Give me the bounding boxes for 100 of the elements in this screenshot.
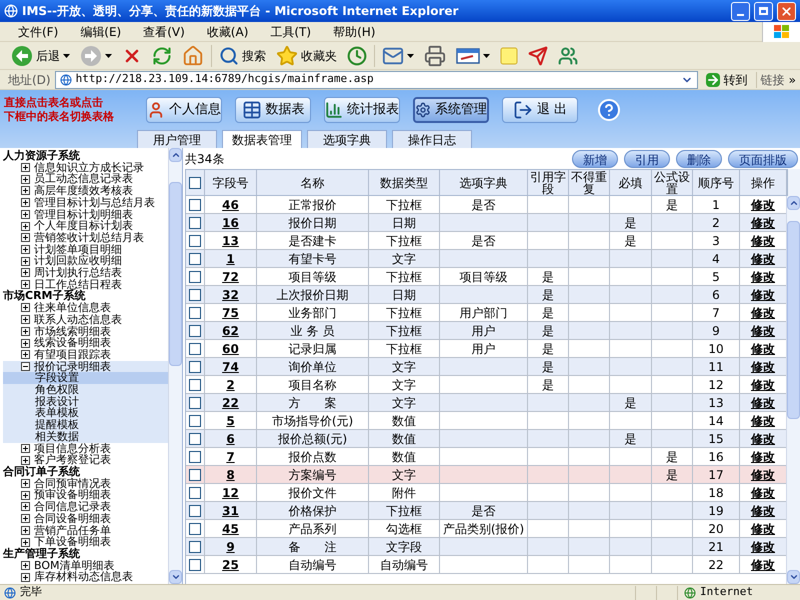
tree-item[interactable]: 合同信息记录表 <box>34 501 111 513</box>
expand-icon[interactable] <box>21 210 30 219</box>
table-row[interactable]: 8 方案编号 文字 是 17 修改 <box>186 466 786 484</box>
caret-icon[interactable] <box>63 54 70 58</box>
menu-item[interactable]: 查看(V) <box>137 22 191 40</box>
tree-item[interactable]: 营销产品任务单 <box>34 524 111 536</box>
checkbox[interactable] <box>189 289 201 301</box>
tree-item[interactable]: 联系人动态信息表 <box>34 314 122 326</box>
table-row[interactable]: 60 记录归属 下拉框 用户 是 10 修改 <box>186 340 786 358</box>
edit-link[interactable]: 修改 <box>751 304 775 322</box>
expand-icon[interactable] <box>21 174 30 184</box>
edit-link[interactable]: 修改 <box>751 250 775 268</box>
menu-item[interactable]: 工具(T) <box>264 22 318 40</box>
edit-link[interactable]: 修改 <box>751 286 775 304</box>
tree-item[interactable]: 信息知识立方成长记录 <box>34 162 144 174</box>
tree-leaf[interactable]: 角色权限 <box>3 384 168 396</box>
edit-link[interactable]: 修改 <box>751 394 775 412</box>
menu-item[interactable]: 文件(F) <box>12 22 64 40</box>
edit-link[interactable]: 修改 <box>751 538 775 556</box>
edit-link[interactable]: 修改 <box>751 376 775 394</box>
checkbox[interactable] <box>189 235 201 247</box>
caret-icon[interactable] <box>407 54 414 58</box>
scroll-thumb[interactable] <box>169 182 182 366</box>
checkbox[interactable] <box>189 487 201 499</box>
tree-item[interactable]: 线索设备明细表 <box>34 337 111 349</box>
edit-link[interactable]: 修改 <box>751 232 775 250</box>
edit-link[interactable]: 修改 <box>751 484 775 502</box>
checkbox[interactable] <box>189 415 201 427</box>
minimize-button[interactable] <box>731 2 750 20</box>
tree-item[interactable]: 营销签收计划总结月表 <box>34 232 144 244</box>
tab[interactable]: 操作日志 <box>392 130 472 148</box>
tree-item[interactable]: 计划回款应收明细 <box>34 255 122 268</box>
field-number-link[interactable]: 16 <box>222 214 239 232</box>
edit-link[interactable]: 修改 <box>751 448 775 466</box>
tree-leaf[interactable]: 提醒模板 <box>3 419 168 431</box>
menu-item[interactable]: 收藏(A) <box>200 22 254 40</box>
expand-icon[interactable] <box>21 538 30 547</box>
expand-icon[interactable] <box>21 222 30 231</box>
table-row[interactable]: 5 市场指导价(元) 数值 14 修改 <box>186 412 786 430</box>
table-row[interactable]: 2 项目名称 文字 是 12 修改 <box>186 376 786 394</box>
expand-icon[interactable] <box>21 350 30 360</box>
edit-link[interactable]: 修改 <box>751 214 775 232</box>
tree-item[interactable]: 有望项目跟踪表 <box>34 348 111 361</box>
restore-button[interactable] <box>754 2 773 20</box>
menu-item[interactable]: 编辑(E) <box>74 22 128 40</box>
tree-item[interactable]: 个人年度目标计划表 <box>34 220 133 232</box>
field-number-link[interactable]: 46 <box>222 196 239 214</box>
table-row[interactable]: 62 业 务 员 下拉框 用户 是 9 修改 <box>186 322 786 340</box>
tree-item[interactable]: 下单设备明细表 <box>34 536 111 548</box>
checkbox[interactable] <box>189 325 201 337</box>
edit-link[interactable]: 修改 <box>751 340 775 358</box>
checkbox[interactable] <box>189 505 201 517</box>
edit-link[interactable]: 修改 <box>751 358 775 376</box>
tree-group[interactable]: 市场CRM子系统 <box>3 290 168 302</box>
checkbox[interactable] <box>189 541 201 553</box>
edit-link[interactable]: 修改 <box>751 520 775 538</box>
table-row[interactable]: 7 报价点数 数值 是 16 修改 <box>186 448 786 466</box>
field-number-link[interactable]: 12 <box>222 484 239 502</box>
checkbox[interactable] <box>189 433 201 445</box>
field-number-link[interactable]: 22 <box>222 394 239 412</box>
back-button[interactable]: 后退 <box>8 44 73 68</box>
scroll-up-button[interactable] <box>169 148 182 162</box>
checkbox[interactable] <box>189 397 201 409</box>
action-button[interactable]: 页面排版 <box>728 150 798 168</box>
checkbox[interactable] <box>189 469 201 481</box>
field-number-link[interactable]: 31 <box>222 502 239 520</box>
expand-icon[interactable] <box>21 514 30 524</box>
table-row[interactable]: 16 报价日期 日期 是 2 修改 <box>186 214 786 232</box>
tree-item[interactable]: 合同预审情况表 <box>34 478 111 490</box>
checkbox[interactable] <box>189 379 201 391</box>
expand-icon[interactable] <box>21 338 30 348</box>
field-number-link[interactable]: 72 <box>222 268 239 286</box>
scroll-up-button[interactable] <box>787 196 800 210</box>
tab[interactable]: 用户管理 <box>137 130 217 148</box>
table-row[interactable]: 75 业务部门 下拉框 用户部门 是 7 修改 <box>186 304 786 322</box>
edit-link[interactable]: 修改 <box>751 322 775 340</box>
table-row[interactable]: 9 备 注 文字段 21 修改 <box>186 538 786 556</box>
tree-leaf[interactable]: 相关数据 <box>3 430 168 443</box>
scrollbar[interactable] <box>786 196 800 584</box>
tree-item[interactable]: 往来单位信息表 <box>34 302 111 314</box>
tree-item[interactable]: 合同设备明细表 <box>34 512 111 524</box>
expand-icon[interactable] <box>21 456 30 465</box>
edit-link[interactable]: 修改 <box>751 430 775 448</box>
tree-item[interactable]: 客户考察登记表 <box>34 454 111 466</box>
edit-link[interactable]: 修改 <box>751 196 775 214</box>
field-number-link[interactable]: 5 <box>226 412 235 430</box>
tree-item[interactable]: 市场线索明细表 <box>34 326 111 338</box>
expand-icon[interactable] <box>21 526 30 535</box>
field-number-link[interactable]: 2 <box>226 376 235 394</box>
action-button[interactable]: 新增 <box>572 150 618 168</box>
nav-button[interactable]: 统计报表 <box>324 97 400 123</box>
checkbox[interactable] <box>189 271 201 283</box>
table-row[interactable]: 6 报价总额(元) 数值 是 15 修改 <box>186 430 786 448</box>
checkbox[interactable] <box>189 199 201 211</box>
expand-icon[interactable] <box>21 315 30 324</box>
edit-link[interactable]: 修改 <box>751 502 775 520</box>
field-number-link[interactable]: 9 <box>226 538 235 556</box>
expand-icon[interactable] <box>21 233 30 242</box>
caret-icon[interactable] <box>483 54 490 58</box>
expand-icon[interactable] <box>21 490 30 500</box>
